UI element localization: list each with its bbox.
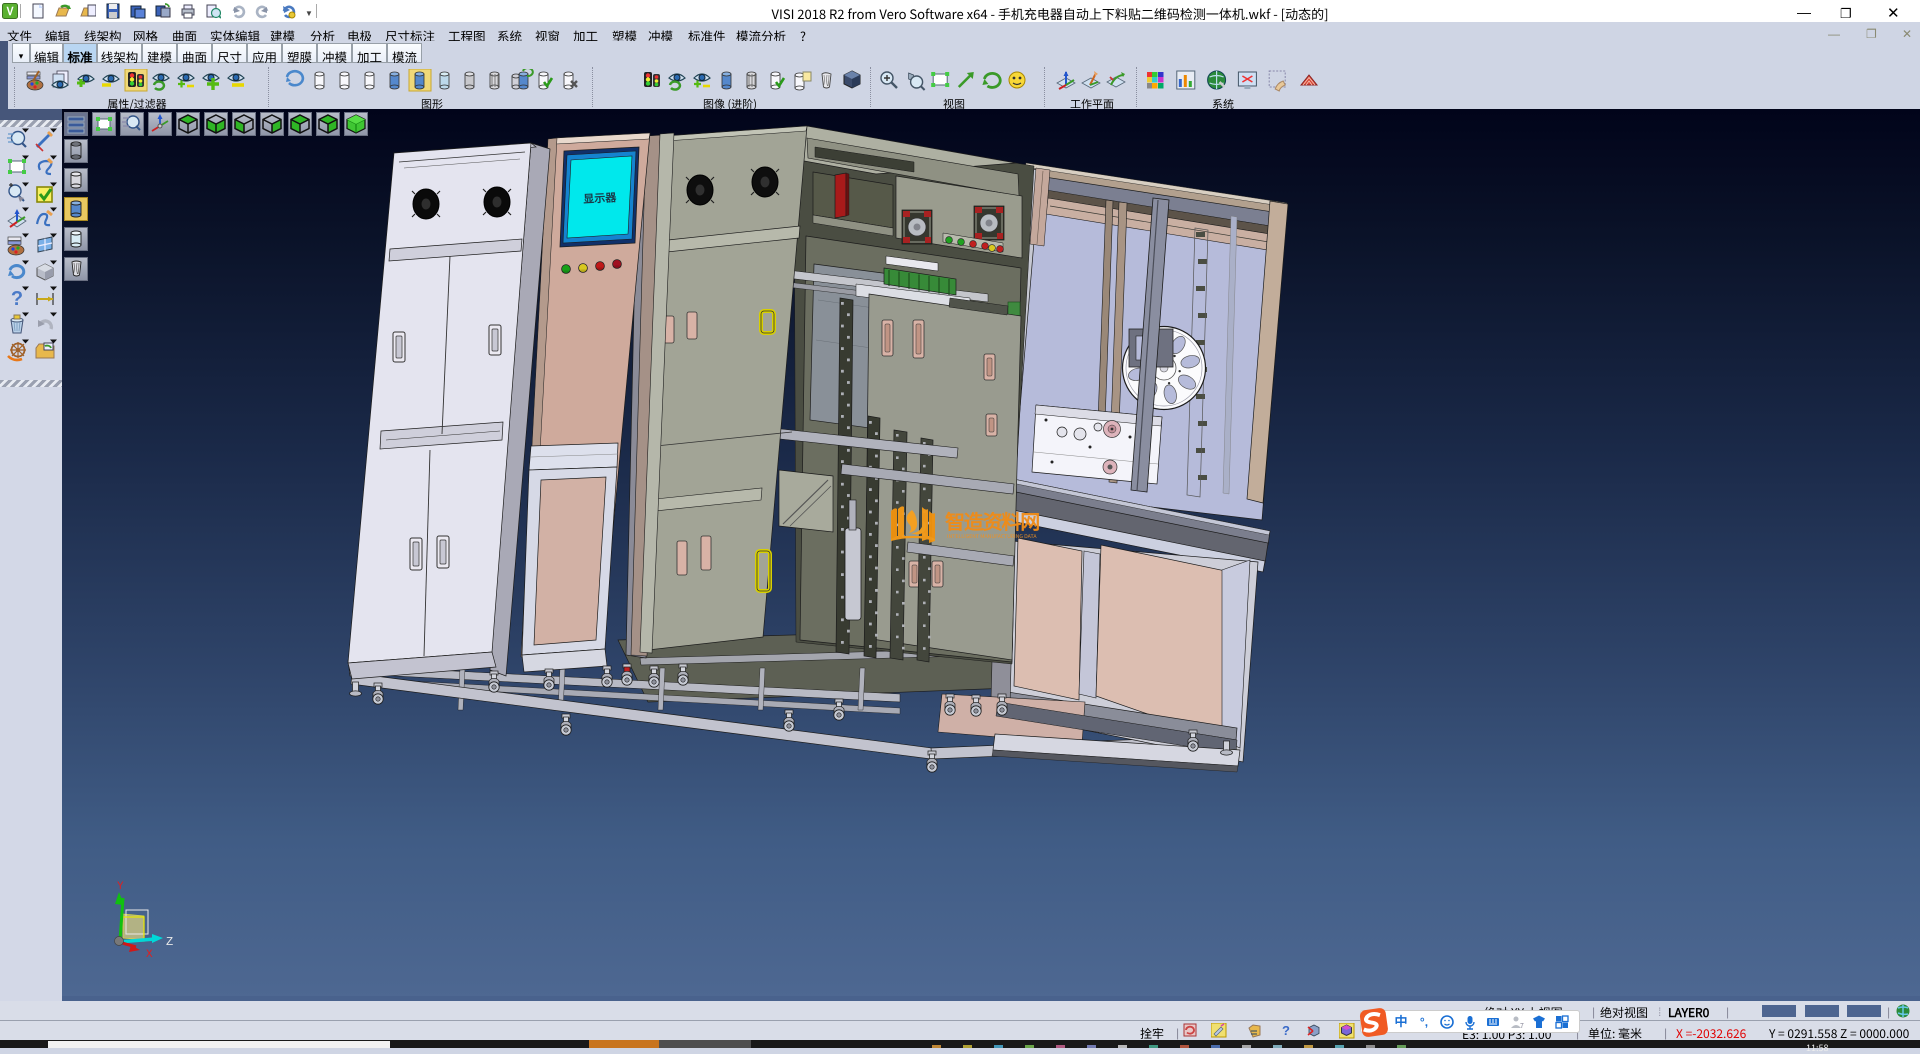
svg-text:显示器: 显示器 [583,189,618,207]
svg-text:Z: Z [166,935,173,949]
svg-text:?: ? [1282,1023,1290,1038]
svg-text:智造资料网: 智造资料网 [944,506,1039,535]
svg-text:X: X [146,949,153,961]
svg-text:中: 中 [1394,1014,1407,1030]
svg-text:?: ? [11,288,23,310]
svg-text:7: 7 [1520,1021,1524,1030]
svg-text:°,: °, [1420,1014,1428,1030]
svg-text:INTELLIGENT MANUFACTURING DATA: INTELLIGENT MANUFACTURING DATA [947,533,1037,540]
svg-text:Y: Y [117,881,124,893]
